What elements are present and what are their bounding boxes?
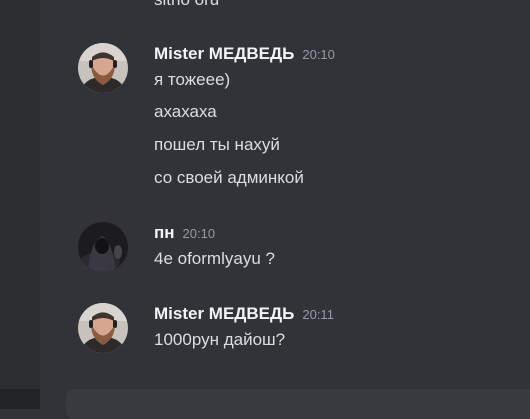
- message-text: 1000рун дайош?: [154, 330, 286, 349]
- message-header: Mister МЕДВЕДЬ 20:10: [154, 43, 524, 65]
- avatar[interactable]: [78, 303, 128, 353]
- username[interactable]: пн: [154, 223, 175, 242]
- avatar[interactable]: [78, 43, 128, 93]
- avatar[interactable]: [78, 222, 128, 272]
- message-content: Mister МЕДВЕДЬ 20:11 1000рун дайош?: [154, 303, 524, 355]
- timestamp[interactable]: 20:10: [183, 226, 216, 241]
- username[interactable]: Mister МЕДВЕДЬ: [154, 304, 294, 323]
- message-text: 4е oformlyayu ?: [154, 249, 275, 268]
- hooded-figure-avatar-icon: [78, 222, 128, 272]
- message-header: пн 20:10: [154, 222, 524, 244]
- user-panel: [0, 389, 40, 409]
- message-list: sitho oru Mister МЕДВЕДЬ 20:10 я тожеее) …: [40, 0, 530, 409]
- message-text: sitho oru: [154, 0, 219, 10]
- username[interactable]: Mister МЕДВЕДЬ: [154, 44, 294, 63]
- timestamp[interactable]: 20:11: [302, 307, 334, 322]
- bearded-man-avatar-icon: [78, 43, 128, 93]
- message-text: ахахаха: [154, 102, 217, 121]
- timestamp[interactable]: 20:10: [302, 47, 335, 62]
- message-text: пошел ты нахуй: [154, 135, 280, 154]
- channel-sidebar: [0, 0, 40, 409]
- message-content: пн 20:10 4е oformlyayu ?: [154, 222, 524, 274]
- bearded-man-avatar-icon: [78, 303, 128, 353]
- message-text: со своей админкой: [154, 168, 304, 187]
- message-header: Mister МЕДВЕДЬ 20:11: [154, 303, 524, 325]
- message-content: Mister МЕДВЕДЬ 20:10 я тожеее) ахахаха по…: [154, 43, 524, 194]
- message-input[interactable]: [66, 389, 530, 419]
- message-text: я тожеее): [154, 70, 231, 89]
